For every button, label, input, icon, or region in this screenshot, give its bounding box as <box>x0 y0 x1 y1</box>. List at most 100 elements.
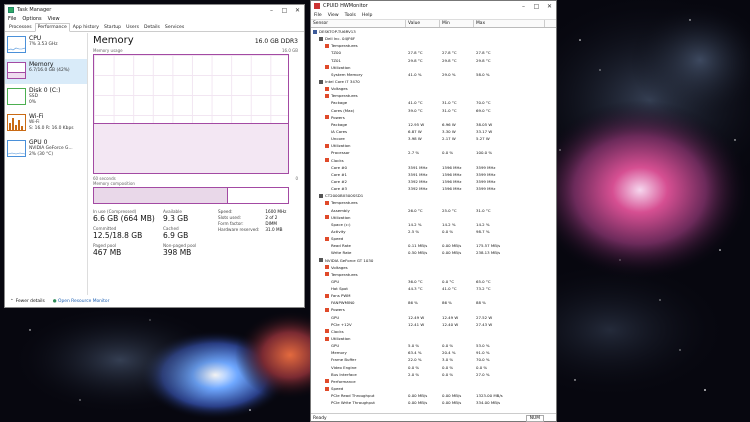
sensor-row[interactable]: PCIe Write Throughput 0.00 MB/s 0.00 MB/s 3… <box>311 399 556 406</box>
sensor-group-row[interactable]: Speed <box>311 235 556 242</box>
sensor-row[interactable]: FANPWMIN0 86 % 86 % 88 % <box>311 299 556 306</box>
sensor-row[interactable]: TZ01 29.8 °C 29.8 °C 29.8 °C <box>311 57 556 64</box>
header-value[interactable]: Value <box>406 20 440 27</box>
hw-maximize-icon[interactable]: □ <box>530 1 543 11</box>
maximize-icon[interactable]: □ <box>278 5 291 15</box>
sensor-group-row[interactable]: Temperatures <box>311 92 556 99</box>
sensor-row[interactable]: Uncore 3.98 W 2.17 W 5.27 W <box>311 135 556 142</box>
tab-services[interactable]: Services <box>163 24 186 31</box>
sensor-min: 29.8 °C <box>442 57 457 63</box>
sensor-row[interactable]: PCIe Read Throughput 0.00 MB/s 0.00 MB/s 13… <box>311 392 556 399</box>
sensor-row[interactable]: GPU 12.49 W 12.49 W 27.52 W <box>311 314 556 321</box>
sensor-row[interactable]: Package 41.0 °C 31.0 °C 70.0 °C <box>311 99 556 106</box>
sensor-row[interactable]: Package 12.95 W 6.96 W 38.05 W <box>311 121 556 128</box>
menu-view[interactable]: View <box>48 16 60 22</box>
sensor-value: 29.8 °C <box>408 57 423 63</box>
sensor-group-row[interactable]: Powers <box>311 306 556 313</box>
sensor-min <box>440 142 474 149</box>
sidebar-item-disk[interactable]: Disk 0 (C:) SSD 0% <box>5 85 87 110</box>
hw-menu-help[interactable]: Help <box>362 13 372 18</box>
memory-composition-bar[interactable] <box>93 187 289 204</box>
hw-menu-file[interactable]: File <box>314 13 322 18</box>
fewer-details-link[interactable]: Fewer details <box>16 299 45 304</box>
sensor-row[interactable]: Core #3 3392 MHz 1596 MHz 3599 MHz <box>311 185 556 192</box>
sensor-row[interactable]: TZ00 27.8 °C 27.8 °C 27.8 °C <box>311 49 556 56</box>
sensor-row[interactable]: PCIe +12V 12.41 W 12.40 W 27.43 W <box>311 321 556 328</box>
hw-menu-view[interactable]: View <box>328 13 339 18</box>
hwmonitor-titlebar[interactable]: CPUID HWMonitor – □ ✕ <box>311 1 556 11</box>
sensor-group-row[interactable]: Voltages <box>311 85 556 92</box>
sensor-row[interactable]: Memory 63.4 % 20.4 % 91.0 % <box>311 349 556 356</box>
sensor-value <box>406 192 440 199</box>
open-resource-monitor-link[interactable]: ● Open Resource Monitor <box>53 299 110 304</box>
device-row[interactable]: CT2000BX500SSD1 <box>311 192 556 199</box>
sensor-row[interactable]: Core #0 3591 MHz 1596 MHz 3599 MHz <box>311 164 556 171</box>
sensor-row[interactable]: Processor 2.7 % 0.0 % 100.0 % <box>311 149 556 156</box>
sensor-row[interactable]: Hot Spot 44.3 °C 41.0 °C 73.2 °C <box>311 285 556 292</box>
sensor-row[interactable]: GPU 36.0 °C 0.0 °C 65.0 °C <box>311 278 556 285</box>
menu-options[interactable]: Options <box>22 16 41 22</box>
device-row[interactable]: DESKTOP-TU6RV13 <box>311 28 556 35</box>
sensor-row[interactable]: Bus Interface 2.0 % 0.0 % 27.0 % <box>311 371 556 378</box>
minimize-icon[interactable]: – <box>265 5 278 15</box>
sensor-row[interactable]: Core #1 3591 MHz 1596 MHz 3599 MHz <box>311 171 556 178</box>
sidebar-item-memory[interactable]: Memory 6.7/16.0 GB (42%) <box>5 59 87 84</box>
cached-value: 6.9 GB <box>163 231 189 240</box>
sensor-value: 3591 MHz <box>408 171 428 177</box>
hw-close-icon[interactable]: ✕ <box>543 1 556 11</box>
sensor-row[interactable]: Assembly 26.0 °C 25.0 °C 31.0 °C <box>311 207 556 214</box>
sensor-group-row[interactable]: Powers <box>311 114 556 121</box>
sensor-label: PCIe Write Throughput <box>331 400 375 406</box>
device-row[interactable]: Intel Core i7 3470 <box>311 78 556 85</box>
sensor-group-row[interactable]: Utilization <box>311 214 556 221</box>
sensor-max: 70.0 °C <box>476 100 491 106</box>
sensor-max <box>474 378 545 385</box>
sensor-group-row[interactable]: Temperatures <box>311 271 556 278</box>
sensor-row[interactable]: GPU 5.0 % 0.0 % 53.0 % <box>311 342 556 349</box>
hw-minimize-icon[interactable]: – <box>517 1 530 11</box>
sensor-group-row[interactable]: Clocks <box>311 157 556 164</box>
sensor-group-row[interactable]: Utilization <box>311 142 556 149</box>
sensor-group-row[interactable]: Utilization <box>311 335 556 342</box>
menu-file[interactable]: File <box>8 16 16 22</box>
sensor-row[interactable]: Write Rate 0.50 MB/s 0.00 MB/s 238.13 MB/s <box>311 249 556 256</box>
hw-menu-tools[interactable]: Tools <box>345 13 356 18</box>
device-row[interactable]: NVIDIA GeForce GT 1030 <box>311 257 556 264</box>
sidebar-item-gpu[interactable]: GPU 0 NVIDIA GeForce G... 2% (30 °C) <box>5 137 87 162</box>
sensor-row[interactable]: Core #2 3392 MHz 1596 MHz 3599 MHz <box>311 178 556 185</box>
close-icon[interactable]: ✕ <box>291 5 304 15</box>
sensor-max: 100.0 % <box>476 150 493 156</box>
sensor-row[interactable]: Frame Buffer 22.0 % 3.0 % 70.0 % <box>311 356 556 363</box>
tab-details[interactable]: Details <box>142 24 162 31</box>
tab-processes[interactable]: Processes <box>7 24 34 31</box>
sensor-row[interactable]: Space (c:) 14.2 % 14.2 % 14.2 % <box>311 221 556 228</box>
sensor-row[interactable]: Video Engine 0.0 % 0.0 % 0.0 % <box>311 364 556 371</box>
device-row[interactable]: Dell Inc. 04JF6F <box>311 35 556 42</box>
sensor-group-row[interactable]: Performance <box>311 378 556 385</box>
header-min[interactable]: Min <box>440 20 474 27</box>
tab-users[interactable]: Users <box>124 24 141 31</box>
sidebar-item-cpu[interactable]: CPU 7% 3.53 GHz <box>5 33 87 58</box>
tab-performance[interactable]: Performance <box>34 23 70 32</box>
sensor-row[interactable]: Cores (Max) 39.0 °C 31.0 °C 69.0 °C <box>311 107 556 114</box>
sensor-group-row[interactable]: Temperatures <box>311 199 556 206</box>
sensor-row[interactable]: System Memory 41.0 % 29.0 % 58.0 % <box>311 71 556 78</box>
sensor-row[interactable]: Read Rate 0.11 MB/s 0.00 MB/s 175.57 MB/s <box>311 242 556 249</box>
memory-usage-fill <box>94 123 288 173</box>
sensor-group-row[interactable]: Fans PWM <box>311 292 556 299</box>
sensor-group-row[interactable]: Speed <box>311 385 556 392</box>
sidebar-item-wifi[interactable]: Wi-Fi Wi-Fi S: 16.0 R: 16.0 Kbps <box>5 111 87 136</box>
header-max[interactable]: Max <box>474 20 545 27</box>
tab-app-history[interactable]: App history <box>71 24 101 31</box>
sensor-group-row[interactable]: Clocks <box>311 328 556 335</box>
task-manager-titlebar[interactable]: Task Manager – □ ✕ <box>5 5 304 15</box>
sensor-group-row[interactable]: Voltages <box>311 264 556 271</box>
sensor-label: Uncore <box>331 136 345 142</box>
tab-startup[interactable]: Startup <box>102 24 123 31</box>
sensor-group-row[interactable]: Utilization <box>311 64 556 71</box>
header-sensor[interactable]: Sensor <box>311 20 406 27</box>
sensor-row[interactable]: Activity 2.5 % 0.0 % 98.7 % <box>311 228 556 235</box>
sensor-group-row[interactable]: Temperatures <box>311 42 556 49</box>
chevron-up-icon[interactable]: ⌃ <box>10 299 14 304</box>
sensor-row[interactable]: IA Cores 6.87 W 3.30 W 33.17 W <box>311 128 556 135</box>
